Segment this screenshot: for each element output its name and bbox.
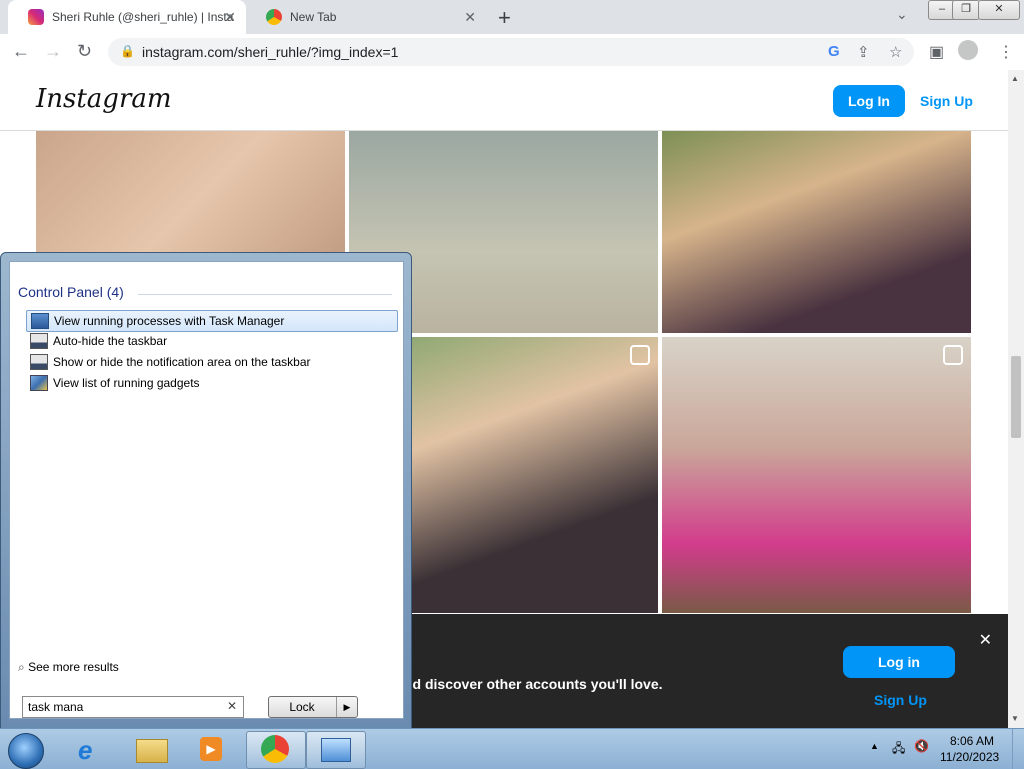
- lock-icon[interactable]: 🔒: [120, 44, 135, 58]
- instagram-logo[interactable]: Instagram: [36, 84, 172, 114]
- tab-label: New Tab: [290, 10, 337, 24]
- google-lens-icon[interactable]: G: [828, 43, 840, 60]
- reel-icon: [630, 345, 650, 365]
- reel-icon: [943, 345, 963, 365]
- address-bar[interactable]: 🔒 instagram.com/sheri_ruhle/?img_index=1…: [108, 38, 914, 66]
- close-tab-icon[interactable]: ✕: [224, 9, 236, 26]
- scrollbar-thumb[interactable]: [1011, 356, 1021, 438]
- bookmark-star-icon[interactable]: ☆: [889, 43, 902, 61]
- banner-signup-link[interactable]: Sign Up: [874, 692, 927, 708]
- forward-icon[interactable]: →: [44, 41, 62, 62]
- clock-time[interactable]: 8:06 AM: [950, 734, 994, 748]
- taskbar: e ▶ ▲ 🖧 🔇 8:06 AM 11/20/2023: [0, 728, 1024, 769]
- instagram-favicon-icon: [28, 9, 44, 25]
- result-auto-hide-taskbar[interactable]: Auto-hide the taskbar: [26, 331, 396, 351]
- tab-search-icon[interactable]: ⌄: [896, 6, 908, 23]
- taskbar-control-panel[interactable]: [306, 731, 366, 769]
- tab-label: Sheri Ruhle (@sheri_ruhle) | Insta: [52, 10, 234, 24]
- profile-avatar-icon[interactable]: [958, 40, 978, 60]
- tab-new-tab[interactable]: New Tab ✕: [246, 0, 486, 34]
- new-tab-button[interactable]: +: [498, 5, 511, 31]
- scroll-up-icon[interactable]: ▲: [1011, 74, 1019, 83]
- results-heading[interactable]: Control Panel (4): [18, 284, 124, 300]
- start-button[interactable]: [0, 731, 52, 769]
- taskbar-internet-explorer[interactable]: e: [62, 731, 120, 767]
- taskbar-chrome[interactable]: [246, 731, 306, 769]
- chrome-favicon-icon: [266, 9, 282, 25]
- back-icon[interactable]: ←: [12, 41, 30, 62]
- tab-instagram[interactable]: Sheri Ruhle (@sheri_ruhle) | Insta ✕: [8, 0, 246, 34]
- show-desktop-button[interactable]: [1012, 729, 1024, 769]
- taskbar-media-player[interactable]: ▶: [182, 731, 240, 767]
- internet-explorer-icon: e: [78, 735, 93, 765]
- lock-label: Lock: [289, 700, 315, 714]
- post-thumbnail[interactable]: [662, 337, 971, 613]
- page-scrollbar[interactable]: ▲ ▼: [1008, 70, 1024, 728]
- task-manager-icon: [31, 313, 49, 329]
- result-label: Auto-hide the taskbar: [53, 334, 168, 348]
- banner-login-button[interactable]: Log in: [843, 646, 955, 678]
- lock-button[interactable]: Lock ▶: [268, 696, 358, 718]
- taskbar-icon: [30, 354, 48, 370]
- result-running-gadgets[interactable]: View list of running gadgets: [26, 373, 396, 393]
- windows-orb-icon: [8, 733, 44, 769]
- result-task-manager[interactable]: View running processes with Task Manager: [26, 310, 398, 332]
- search-icon: ⌕: [18, 660, 25, 674]
- post-thumbnail[interactable]: [662, 130, 971, 333]
- folder-icon: [136, 739, 168, 763]
- banner-message: nd discover other accounts you'll love.: [404, 676, 663, 692]
- heading-divider: [138, 294, 392, 295]
- login-button[interactable]: Log In: [833, 85, 905, 117]
- browser-toolbar: ← → ↻ 🔒 instagram.com/sheri_ruhle/?img_i…: [0, 34, 1024, 71]
- menu-kebab-icon[interactable]: ⋮: [998, 42, 1014, 62]
- result-label: View running processes with Task Manager: [54, 314, 285, 328]
- start-search-input[interactable]: task mana ✕: [22, 696, 244, 718]
- close-window-button[interactable]: ✕: [978, 0, 1020, 20]
- search-results-pane: Control Panel (4) View running processes…: [9, 261, 404, 719]
- close-icon[interactable]: ✕: [979, 630, 992, 650]
- gadgets-icon: [30, 375, 48, 391]
- close-tab-icon[interactable]: ✕: [464, 9, 476, 26]
- side-panel-icon[interactable]: ▣: [929, 42, 944, 62]
- network-icon[interactable]: 🖧: [892, 739, 905, 760]
- control-panel-icon: [321, 738, 351, 762]
- show-hidden-icons-icon[interactable]: ▲: [870, 741, 879, 751]
- share-icon[interactable]: ⇪: [857, 43, 870, 61]
- result-label: View list of running gadgets: [53, 376, 200, 390]
- instagram-header: Instagram Log In Sign Up: [0, 70, 1008, 131]
- tab-strip: Sheri Ruhle (@sheri_ruhle) | Insta ✕ New…: [0, 0, 1024, 34]
- result-notification-area[interactable]: Show or hide the notification area on th…: [26, 352, 396, 372]
- shutdown-options-arrow-icon[interactable]: ▶: [336, 697, 357, 717]
- restore-button[interactable]: ❐: [952, 0, 980, 20]
- volume-muted-icon[interactable]: 🔇: [914, 739, 929, 753]
- clear-search-icon[interactable]: ✕: [227, 699, 237, 713]
- chrome-icon: [261, 735, 289, 763]
- taskbar-file-explorer[interactable]: [122, 731, 180, 767]
- search-value: task mana: [28, 700, 84, 714]
- scroll-down-icon[interactable]: ▼: [1011, 714, 1019, 723]
- see-more-label: See more results: [28, 660, 119, 674]
- signup-link[interactable]: Sign Up: [920, 93, 973, 109]
- result-label: Show or hide the notification area on th…: [53, 355, 311, 369]
- start-menu: Control Panel (4) View running processes…: [0, 252, 412, 730]
- url-text: instagram.com/sheri_ruhle/?img_index=1: [142, 44, 399, 60]
- reload-icon[interactable]: ↻: [77, 41, 92, 62]
- see-more-results-link[interactable]: ⌕ See more results: [18, 660, 119, 675]
- taskbar-icon: [30, 333, 48, 349]
- clock-date[interactable]: 11/20/2023: [940, 750, 999, 764]
- media-player-icon: ▶: [200, 737, 222, 761]
